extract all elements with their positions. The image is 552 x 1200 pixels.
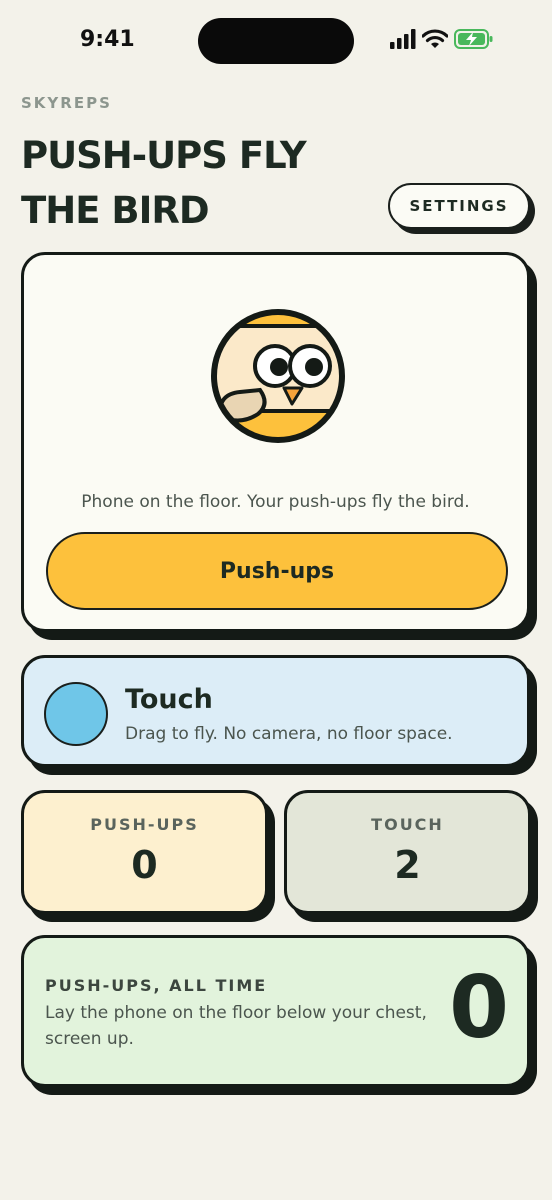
- touch-mode-card[interactable]: Touch Drag to fly. No camera, no floor s…: [21, 655, 530, 767]
- touch-stat-card: TOUCH 2: [284, 790, 531, 914]
- brand-label: SKYREPS: [21, 94, 112, 112]
- touch-circle-icon: [44, 682, 108, 746]
- battery-charging-icon: [454, 29, 494, 53]
- settings-button[interactable]: SETTINGS: [388, 183, 530, 229]
- status-time: 9:41: [80, 27, 135, 52]
- stat-value: 2: [394, 843, 421, 887]
- app-screen: 9:41 SKYREPS PUSH-UPS FLY THE BIRD SETTI…: [0, 0, 552, 1200]
- pushups-mode-card: Phone on the floor. Your push-ups fly th…: [21, 252, 530, 632]
- touch-mode-title: Touch: [125, 684, 213, 715]
- stat-value: 0: [131, 843, 158, 887]
- status-icons: [390, 28, 494, 54]
- bird-icon: [210, 308, 346, 444]
- wifi-icon: [421, 29, 449, 53]
- page-title-line1: PUSH-UPS FLY: [21, 134, 307, 177]
- stat-label: TOUCH: [371, 815, 444, 834]
- alltime-label: PUSH-UPS, ALL TIME: [45, 976, 268, 995]
- page-title-line2: THE BIRD: [21, 189, 210, 232]
- pushups-stat-card: PUSH-UPS 0: [21, 790, 268, 914]
- alltime-card: PUSH-UPS, ALL TIME Lay the phone on the …: [21, 935, 530, 1087]
- touch-mode-description: Drag to fly. No camera, no floor space.: [125, 724, 453, 744]
- page-title: PUSH-UPS FLY THE BIRD: [21, 128, 351, 238]
- stat-label: PUSH-UPS: [90, 815, 199, 834]
- pushups-mode-description: Phone on the floor. Your push-ups fly th…: [81, 492, 470, 512]
- signal-icon: [390, 29, 416, 53]
- pushups-button[interactable]: Push-ups: [46, 532, 508, 610]
- alltime-count: 0: [449, 958, 509, 1058]
- dynamic-island: [198, 18, 354, 64]
- alltime-description: Lay the phone on the floor below your ch…: [45, 1003, 427, 1049]
